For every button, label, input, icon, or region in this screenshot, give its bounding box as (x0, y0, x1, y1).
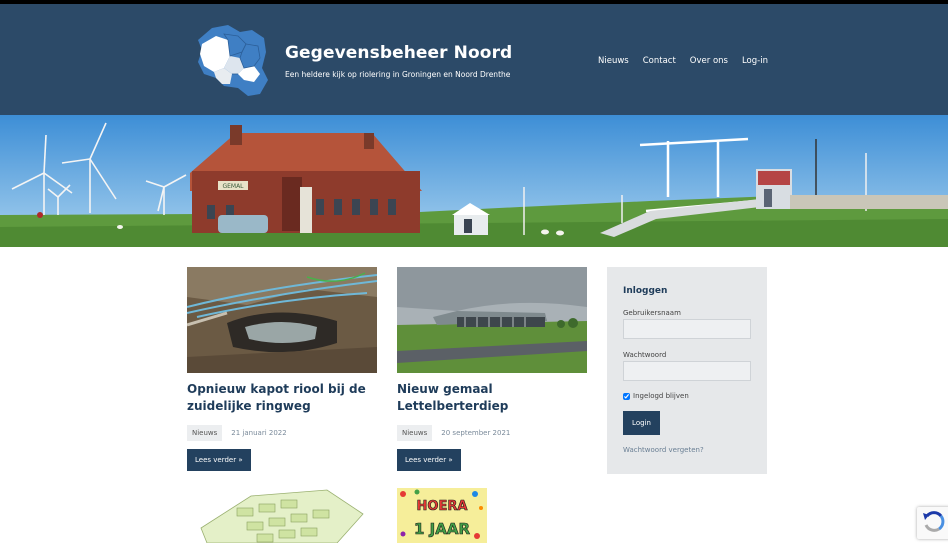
post-card (187, 488, 377, 543)
site-tagline: Een heldere kijk op riolering in Groning… (285, 70, 511, 79)
password-input[interactable] (623, 361, 751, 381)
post-card: HOERA 1 JAAR (397, 488, 487, 543)
post-card: Opnieuw kapot riool bij de zuidelijke ri… (187, 267, 377, 471)
login-heading: Inloggen (623, 286, 668, 296)
hoera-text: HOERA (417, 499, 468, 514)
nav-link-log-in[interactable]: Log-in (742, 56, 768, 66)
category-badge[interactable]: Nieuws (187, 425, 223, 441)
post-meta: Nieuws 21 januari 2022 (187, 425, 377, 441)
read-more-button[interactable]: Lees verder » (397, 449, 461, 471)
building-sign: GEMAL (222, 183, 244, 190)
post-card: Nieuw gemaal Lettelberterdiep Nieuws 20 … (397, 267, 587, 471)
remember-checkbox[interactable] (623, 392, 630, 400)
post-thumbnail[interactable] (397, 267, 587, 373)
password-label: Wachtwoord (623, 351, 667, 359)
post-title[interactable]: Nieuw gemaal Lettelberterdiep (397, 381, 587, 415)
jaar-text: 1 JAAR (414, 520, 470, 538)
site-title[interactable]: Gegevensbeheer Noord (285, 43, 512, 63)
recaptcha-badge[interactable] (917, 507, 948, 539)
post-title[interactable]: Opnieuw kapot riool bij de zuidelijke ri… (187, 381, 377, 415)
login-button[interactable]: Login (623, 411, 660, 435)
post-date: 20 september 2021 (441, 429, 511, 437)
nav-link-over-ons[interactable]: Over ons (690, 56, 728, 66)
post-thumbnail[interactable]: HOERA 1 JAAR (397, 488, 487, 543)
remember-label: Ingelogd blijven (633, 392, 689, 400)
post-meta: Nieuws 20 september 2021 (397, 425, 587, 441)
nav-link-contact[interactable]: Contact (643, 56, 676, 66)
forgot-password-link[interactable]: Wachtwoord vergeten? (623, 446, 704, 454)
username-label: Gebruikersnaam (623, 309, 681, 317)
hero-banner: GEMAL (0, 115, 948, 247)
login-widget: Inloggen Gebruikersnaam Wachtwoord Ingel… (607, 267, 767, 474)
post-date: 21 januari 2022 (231, 429, 287, 437)
nav-link-nieuws[interactable]: Nieuws (598, 56, 629, 66)
read-more-button[interactable]: Lees verder » (187, 449, 251, 471)
site-logo[interactable] (194, 22, 272, 100)
post-thumbnail[interactable] (187, 488, 377, 543)
username-input[interactable] (623, 319, 751, 339)
remember-me[interactable]: Ingelogd blijven (623, 392, 689, 400)
recaptcha-icon (923, 511, 945, 532)
hero-image: GEMAL (0, 115, 948, 247)
site-header: Gegevensbeheer Noord Een heldere kijk op… (0, 4, 948, 115)
category-badge[interactable]: Nieuws (397, 425, 433, 441)
main-nav: Nieuws Contact Over ons Log-in (598, 56, 782, 66)
post-thumbnail[interactable] (187, 267, 377, 373)
